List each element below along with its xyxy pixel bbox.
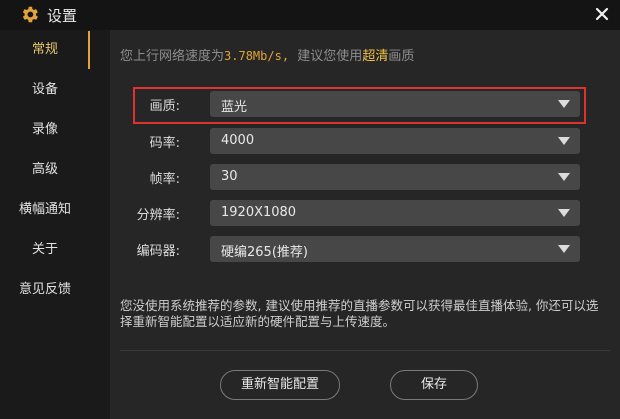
- tip-middle: 建议您使用: [289, 49, 363, 64]
- bitrate-value: 4000: [221, 133, 255, 148]
- window-title: 设置: [47, 7, 78, 25]
- gear-icon: [22, 6, 38, 23]
- sidebar-item-banner-notice[interactable]: 横幅通知: [0, 195, 90, 225]
- chevron-down-icon: [558, 245, 570, 253]
- encoder-label: 编码器:: [136, 244, 180, 259]
- quality-label: 画质:: [149, 99, 180, 114]
- framerate-value: 30: [221, 169, 238, 184]
- upload-speed-value: 3.78Mb/s,: [224, 49, 290, 63]
- save-button[interactable]: 保存: [390, 370, 478, 400]
- resolution-label: 分辨率:: [136, 208, 180, 223]
- recommendation-hint: 您没使用系统推荐的参数, 建议使用推荐的直播参数可以获得最佳直播体验, 你还可以…: [120, 298, 599, 329]
- divider: [120, 350, 610, 351]
- encoder-value: 硬编265(推荐): [221, 245, 308, 260]
- resolution-select[interactable]: 1920X1080: [210, 200, 580, 226]
- tip-prefix: 您上行网络速度为: [120, 49, 225, 64]
- sidebar-item-general[interactable]: 常规: [0, 35, 90, 65]
- framerate-label: 帧率:: [149, 172, 180, 187]
- sidebar-item-recording[interactable]: 录像: [0, 115, 90, 145]
- chevron-down-icon: [558, 209, 570, 217]
- bitrate-select[interactable]: 4000: [210, 128, 580, 154]
- bitrate-label: 码率:: [149, 136, 180, 151]
- framerate-select[interactable]: 30: [210, 164, 580, 190]
- close-icon[interactable]: [592, 4, 612, 24]
- sidebar: 常规 设备 录像 高级 横幅通知 关于 意见反馈: [0, 30, 110, 419]
- sidebar-item-feedback[interactable]: 意见反馈: [0, 275, 90, 305]
- quality-select[interactable]: 蓝光: [210, 91, 580, 117]
- reconfigure-button[interactable]: 重新智能配置: [220, 370, 340, 400]
- chevron-down-icon: [558, 173, 570, 181]
- encoder-select[interactable]: 硬编265(推荐): [210, 236, 580, 262]
- sidebar-item-device[interactable]: 设备: [0, 75, 90, 105]
- network-speed-tip: 您上行网络速度为3.78Mb/s, 建议您使用超清画质: [120, 45, 414, 64]
- chevron-down-icon: [558, 100, 570, 108]
- title-bar: 设置: [0, 0, 620, 30]
- settings-panel: 您上行网络速度为3.78Mb/s, 建议您使用超清画质 画质: 蓝光 码率: 4…: [110, 30, 620, 419]
- sidebar-item-advanced[interactable]: 高级: [0, 155, 90, 185]
- tip-suffix: 画质: [388, 49, 415, 64]
- sidebar-item-about[interactable]: 关于: [0, 235, 90, 265]
- resolution-value: 1920X1080: [221, 205, 297, 220]
- recommended-quality: 超清: [362, 49, 389, 64]
- chevron-down-icon: [558, 137, 570, 145]
- quality-value: 蓝光: [221, 100, 248, 115]
